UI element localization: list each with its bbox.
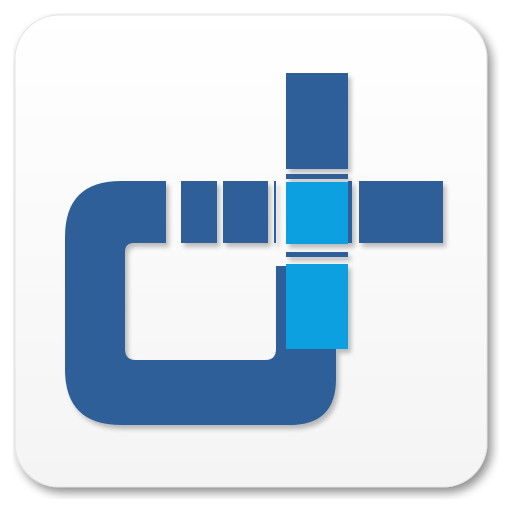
logo-stem-top-cap — [286, 174, 348, 179]
logo-stem-accent-1 — [286, 182, 348, 244]
logo-stem-accent-2 — [286, 264, 348, 349]
logo-bar-left-2 — [223, 181, 268, 243]
logo-bar-left-3 — [274, 181, 276, 243]
app-icon-canvas — [0, 0, 512, 512]
logo-bar-right-1 — [348, 181, 352, 243]
logo-stem-divider — [286, 252, 348, 257]
logo-stem-top — [286, 73, 348, 169]
logo-bar-right-2 — [359, 181, 443, 243]
logo-d-plus-icon — [14, 14, 488, 488]
app-icon-tile[interactable] — [13, 13, 499, 499]
logo-bar-left-1 — [181, 181, 217, 243]
